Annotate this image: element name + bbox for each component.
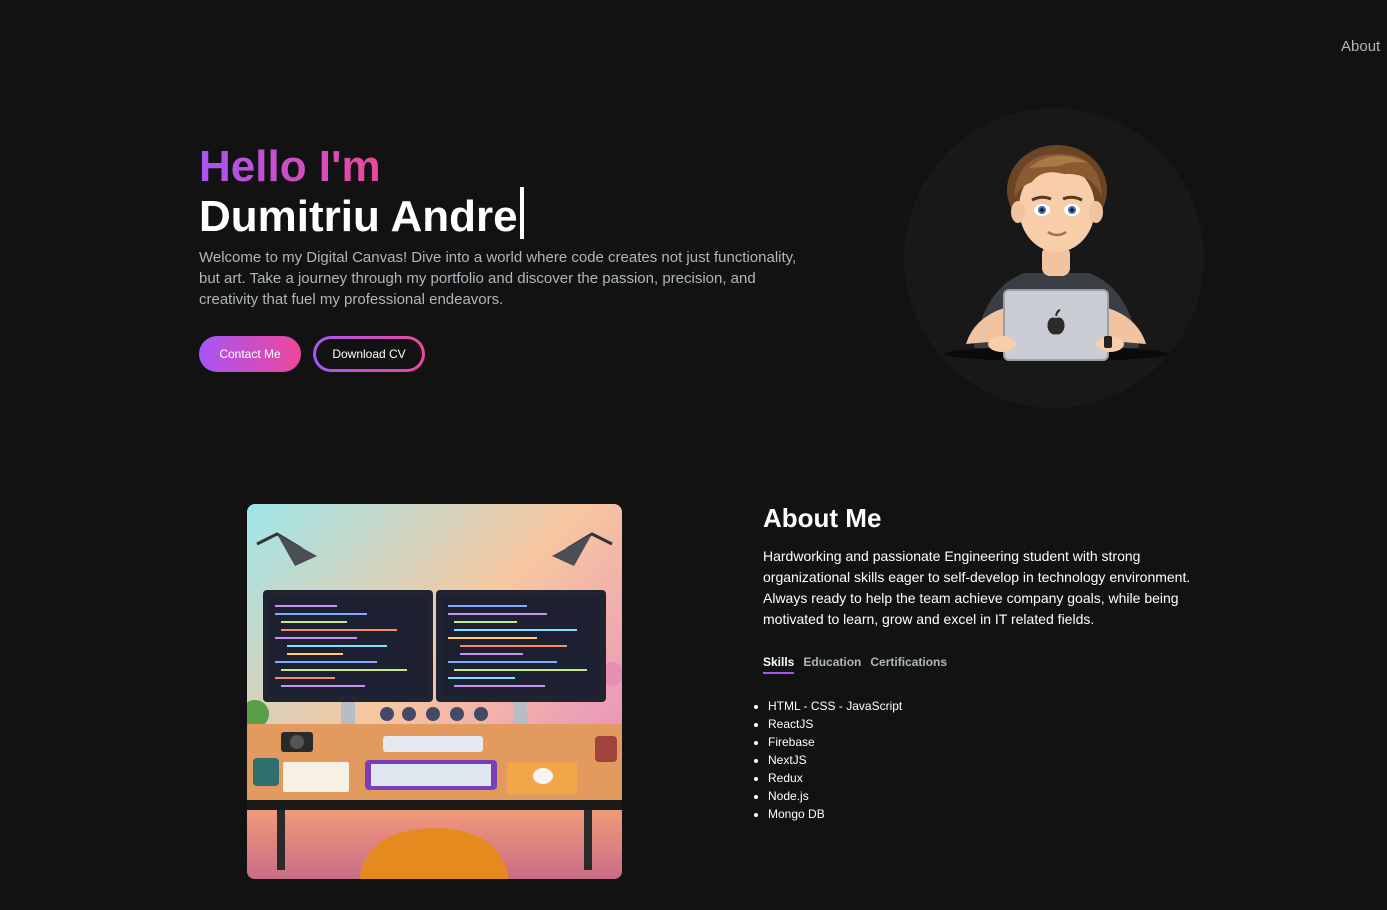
download-cv-button[interactable]: Download CV [313, 336, 425, 372]
about-description: Hardworking and passionate Engineering s… [763, 548, 1191, 627]
skill-item: Node.js [768, 787, 902, 805]
hero-description: Welcome to my Digital Canvas! Dive into … [199, 249, 797, 308]
skill-item: Mongo DB [768, 805, 902, 823]
tab-skills[interactable]: Skills [763, 655, 795, 674]
portfolio-page: About Hello I'm Dumitriu Andre Welcome t… [0, 0, 1387, 910]
skills-list: HTML - CSS - JavaScript ReactJS Firebase… [755, 697, 902, 823]
skill-item: Redux [768, 769, 902, 787]
typing-cursor [519, 187, 524, 239]
hero-avatar [904, 108, 1204, 408]
contact-me-button[interactable]: Contact Me [199, 336, 301, 372]
about-title: About Me [763, 503, 882, 533]
tab-certifications[interactable]: Certifications [870, 655, 947, 674]
hero-name: Dumitriu Andre [199, 192, 518, 241]
skill-item: NextJS [768, 751, 902, 769]
avatar-illustration [944, 145, 1168, 361]
skill-item: ReactJS [768, 715, 902, 733]
hero-greeting: Hello I'm [199, 142, 381, 191]
nav-link-about[interactable]: About [1341, 38, 1380, 55]
hero-name-line: Dumitriu Andre [199, 187, 524, 242]
desk-setup-illustration [247, 504, 622, 879]
download-cv-label: Download CV [316, 339, 422, 369]
skills-list-container: HTML - CSS - JavaScript ReactJS Firebase… [755, 697, 902, 823]
tab-education[interactable]: Education [803, 655, 861, 674]
about-desk-image [247, 504, 622, 879]
skill-item: HTML - CSS - JavaScript [768, 697, 902, 715]
about-tabs: Skills Education Certifications [763, 655, 947, 674]
skill-item: Firebase [768, 733, 902, 751]
